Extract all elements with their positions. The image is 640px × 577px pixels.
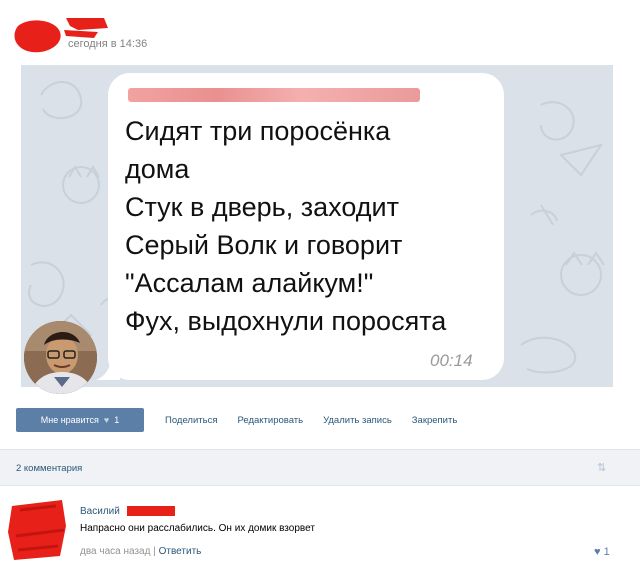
message-text: Сидят три поросёнка дома Стук в дверь, з… xyxy=(125,116,447,336)
comment-time[interactable]: два часа назад xyxy=(80,546,150,557)
like-button[interactable]: Мне нравится ♥ 1 xyxy=(16,408,144,432)
post-actions: Мне нравится ♥ 1 Поделиться Редактироват… xyxy=(16,407,457,433)
pin-link[interactable]: Закрепить xyxy=(412,415,458,426)
share-link[interactable]: Поделиться xyxy=(165,415,217,426)
comment-text: Напрасно они расслабились. Он их домик в… xyxy=(80,523,315,534)
reply-link[interactable]: Ответить xyxy=(159,546,202,557)
like-count: 1 xyxy=(114,415,120,425)
comment-author-surname-censored xyxy=(126,506,175,517)
edit-link[interactable]: Редактировать xyxy=(237,415,303,426)
sender-name-censored xyxy=(128,88,420,102)
comment-author-name: Василий xyxy=(80,506,120,517)
comment-author[interactable]: Василий xyxy=(80,506,175,517)
comment-like-button[interactable]: ♥ 1 xyxy=(594,546,610,558)
sender-avatar xyxy=(24,321,97,394)
comment-meta: два часа назад | Ответить xyxy=(80,546,201,557)
comments-header: 2 комментария ⇅ xyxy=(0,449,640,486)
sort-icon[interactable]: ⇅ xyxy=(597,461,606,474)
message-time: 00:14 xyxy=(430,351,473,370)
heart-icon: ♥ xyxy=(594,546,601,558)
delete-link[interactable]: Удалить запись xyxy=(323,415,392,426)
comment-like-count: 1 xyxy=(603,546,610,558)
like-label: Мне нравится xyxy=(40,415,99,425)
post-timestamp[interactable]: сегодня в 14:36 xyxy=(68,38,147,50)
heart-icon: ♥ xyxy=(103,415,110,425)
comments-count[interactable]: 2 комментария xyxy=(16,463,82,474)
